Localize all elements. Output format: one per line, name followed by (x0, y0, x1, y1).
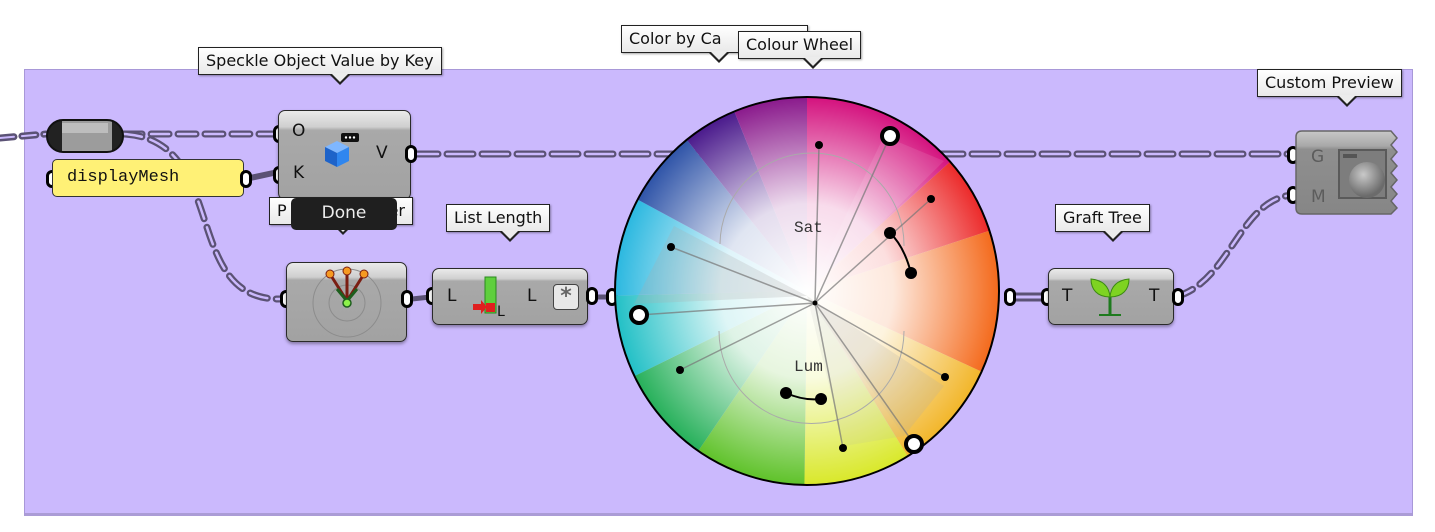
tooltip-custom-preview-text: Custom Preview (1265, 73, 1394, 92)
output-l-label: L (527, 286, 537, 306)
tooltip-custom-preview: Custom Preview (1257, 69, 1402, 107)
relay-node[interactable] (46, 119, 124, 153)
input-l-label: L (447, 286, 457, 306)
lum-slider-handle[interactable] (780, 387, 792, 399)
param-viewer-component[interactable] (286, 262, 407, 342)
tree-branches-icon (312, 266, 382, 338)
speckle-cube-icon (325, 133, 359, 167)
panel-output-grip[interactable] (240, 170, 252, 188)
wheel-anchor-handle[interactable] (904, 434, 924, 454)
wheel-handle-small[interactable] (815, 141, 823, 149)
wheel-anchor-handle[interactable] (880, 126, 900, 146)
wire-graft-to-preview-m[interactable] (1174, 191, 1296, 300)
panel-value: displayMesh (67, 168, 180, 187)
lum-slider-handle[interactable] (815, 393, 827, 405)
sat-label: Sat (794, 219, 823, 237)
wire-wheel-to-graft[interactable] (1014, 292, 1044, 302)
list-length-output-grip[interactable] (586, 287, 598, 305)
wheel-handle-small[interactable] (676, 366, 684, 374)
tooltip-graft-tree-text: Graft Tree (1063, 208, 1142, 227)
sprout-icon (1090, 278, 1130, 316)
lum-label: Lum (794, 358, 823, 376)
wheel-anchor-handle[interactable] (629, 305, 649, 325)
output-t-label: T (1149, 286, 1160, 306)
wheel-handle-small[interactable] (667, 243, 675, 251)
speckle-output-v-grip[interactable] (405, 145, 417, 163)
colour-wheel[interactable]: Sat Lum (614, 96, 1000, 486)
input-k-label: K (293, 163, 305, 183)
input-t-label: T (1062, 286, 1073, 306)
speckle-object-value-by-key[interactable]: O K V (278, 110, 411, 200)
colour-wheel-component[interactable]: Sat Lum (614, 96, 1000, 486)
tooltip-color-by-text: Color by Ca (629, 29, 722, 48)
wheel-handle-small[interactable] (941, 373, 949, 381)
colour-wheel-output-grip[interactable] (1004, 288, 1016, 306)
output-v-label: V (376, 143, 388, 163)
wheel-handle-small[interactable] (927, 195, 935, 203)
text-panel[interactable]: displayMesh (52, 159, 244, 197)
tooltip-graft-tree: Graft Tree (1055, 204, 1150, 242)
preview-sphere-icon (1338, 149, 1387, 199)
custom-preview-component[interactable]: G M (1295, 130, 1405, 220)
tooltip-param-viewer-start: P (277, 201, 287, 220)
tooltip-colour-wheel: Colour Wheel (738, 31, 862, 69)
list-length-component[interactable]: L L L * (432, 268, 588, 325)
svg-text:L: L (497, 304, 505, 319)
sat-slider-handle[interactable] (884, 227, 896, 239)
tooltip-list-length: List Length (446, 204, 551, 242)
param-viewer-output-grip[interactable] (401, 290, 413, 308)
option-glyph: * (560, 284, 572, 309)
input-g-label: G (1311, 147, 1324, 167)
tooltip-list-length-text: List Length (454, 208, 543, 227)
input-m-label: M (1311, 187, 1326, 207)
wheel-handle-small[interactable] (839, 444, 847, 452)
input-o-label: O (292, 121, 306, 141)
status-badge: Done (291, 198, 397, 230)
list-length-icon: L (473, 276, 505, 319)
tooltip-speckle-text: Speckle Object Value by Key (206, 51, 434, 70)
tooltip-colour-wheel-text: Colour Wheel (746, 35, 854, 54)
tooltip-speckle: Speckle Object Value by Key (198, 47, 442, 85)
graft-tree-output-grip[interactable] (1172, 288, 1184, 306)
sat-slider-handle[interactable] (905, 267, 917, 279)
graft-tree-component[interactable]: T T (1048, 268, 1174, 325)
wrap-option-toggle[interactable]: * (553, 284, 579, 310)
